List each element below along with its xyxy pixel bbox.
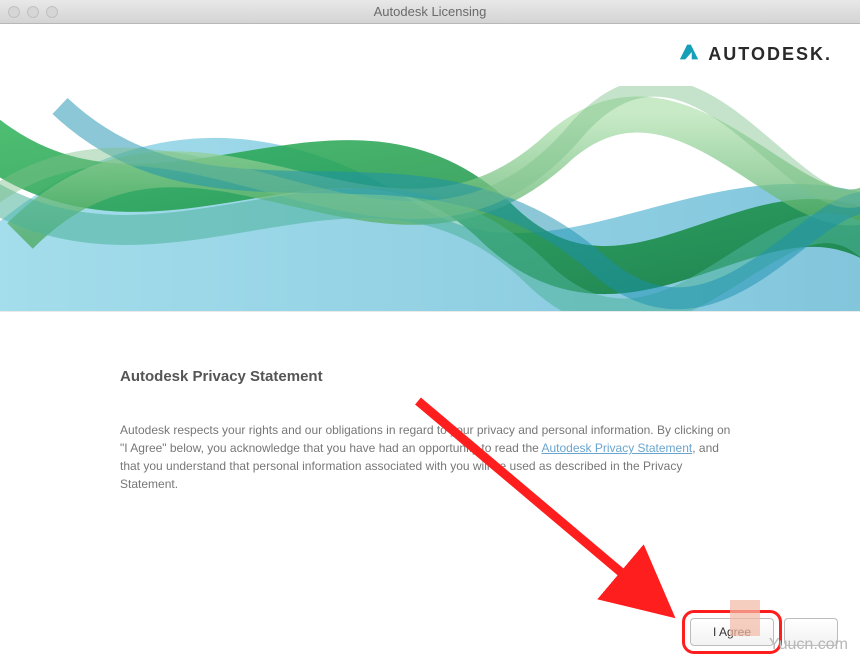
watermark-text: Yuucn.com — [769, 636, 848, 654]
window-titlebar: Autodesk Licensing — [0, 0, 860, 24]
zoom-traffic-light[interactable] — [46, 6, 58, 18]
watermark-block — [730, 600, 760, 636]
content-area: Autodesk Privacy Statement Autodesk resp… — [0, 312, 860, 493]
autodesk-logo-icon — [678, 41, 700, 68]
privacy-statement-link[interactable]: Autodesk Privacy Statement — [541, 441, 692, 455]
brand-bar: AUTODESK. — [0, 24, 860, 86]
privacy-body: Autodesk respects your rights and our ob… — [120, 421, 740, 493]
brand-container: AUTODESK. — [678, 41, 832, 68]
brand-name: AUTODESK. — [708, 44, 832, 65]
hero-banner — [0, 86, 860, 312]
close-traffic-light[interactable] — [8, 6, 20, 18]
minimize-traffic-light[interactable] — [27, 6, 39, 18]
window-title: Autodesk Licensing — [0, 4, 860, 19]
window-controls — [8, 6, 58, 18]
privacy-heading: Autodesk Privacy Statement — [120, 368, 740, 385]
